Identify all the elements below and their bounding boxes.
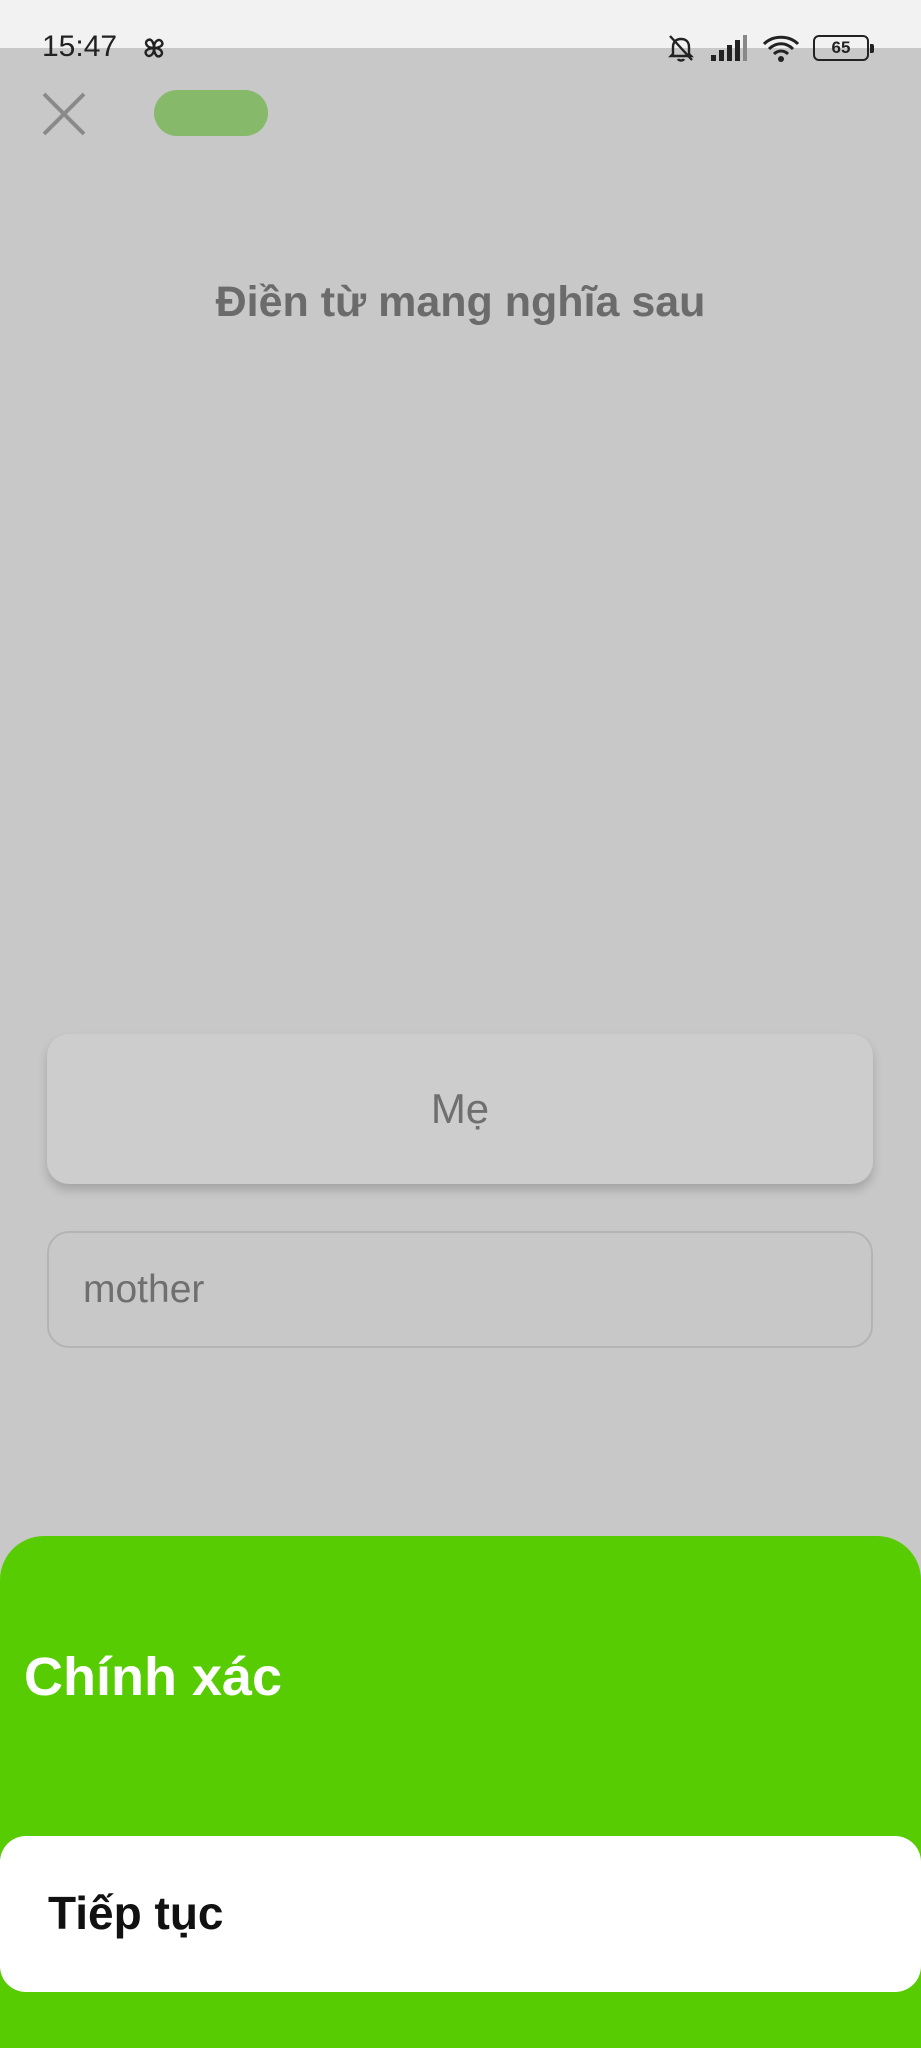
answer-input-value: mother xyxy=(83,1267,205,1311)
pinwheel-icon xyxy=(144,38,164,58)
status-icons: 65 xyxy=(665,30,874,66)
feedback-sheet: Chính xác Tiếp tục xyxy=(0,1536,921,2048)
battery-level: 65 xyxy=(831,38,851,57)
battery-icon: 65 xyxy=(813,35,874,61)
prompt-title: Điền từ mang nghĩa sau xyxy=(215,278,706,326)
close-icon[interactable] xyxy=(38,88,90,140)
continue-button-label: Tiếp tục xyxy=(48,1887,224,1939)
status-bar: 15:47 65 xyxy=(0,0,921,63)
answer-input[interactable]: mother xyxy=(47,1231,873,1348)
word-card: Mẹ xyxy=(47,1034,873,1184)
continue-button[interactable]: Tiếp tục xyxy=(0,1836,921,1992)
app-screen: 15:47 65 Điền từ mang nghĩa sau Mẹ mothe… xyxy=(0,0,921,2048)
wifi-icon xyxy=(762,35,800,62)
word-card-text: Mẹ xyxy=(430,1085,490,1132)
feedback-title: Chính xác xyxy=(24,1647,283,1707)
lesson-progress-bar xyxy=(154,90,268,136)
status-time: 15:47 xyxy=(42,30,118,63)
bell-muted-icon xyxy=(668,35,694,62)
signal-icon xyxy=(711,35,747,61)
